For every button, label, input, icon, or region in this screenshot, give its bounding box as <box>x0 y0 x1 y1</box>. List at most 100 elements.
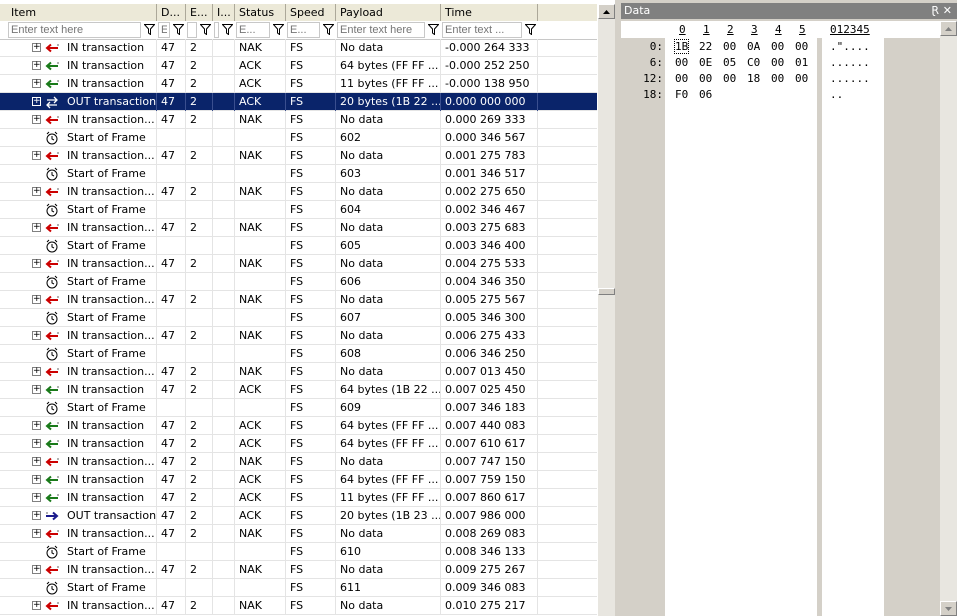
column-header-intf[interactable]: I... <box>213 4 235 21</box>
data-scroll-down-button[interactable] <box>940 601 957 616</box>
column-header-time[interactable]: Time <box>441 4 538 21</box>
filter-input-time[interactable] <box>443 23 521 37</box>
table-row[interactable]: + IN transaction... 47 2 NAK FS No data 0.007 7… <box>0 453 597 471</box>
table-row[interactable]: + OUT transaction 47 2 ACK FS 20 bytes (1B 23 … <box>0 507 597 525</box>
cell-dev: 47 <box>157 525 186 543</box>
data-panel: Data Ɽ ✕ 0 1 2 3 4 5 012345 0: 1B 22 00 0A 00 00 ."..… <box>621 0 957 616</box>
filter-input-intf[interactable] <box>215 23 218 37</box>
table-row[interactable]: Start of Frame FS 607 0.005 346 300 <box>0 309 597 327</box>
table-row[interactable]: + IN transaction... 47 2 NAK FS No data 0.006 2… <box>0 327 597 345</box>
hex-byte[interactable]: 0A <box>747 40 760 53</box>
hex-byte[interactable]: 00 <box>723 40 736 53</box>
hex-byte[interactable]: 05 <box>723 56 736 69</box>
table-row[interactable]: Start of Frame FS 606 0.004 346 350 <box>0 273 597 291</box>
hex-byte[interactable]: 00 <box>675 56 688 69</box>
ascii-text[interactable]: .".... <box>830 40 870 53</box>
filter-input-speed[interactable] <box>288 23 319 37</box>
filter-input-dev[interactable] <box>159 23 169 37</box>
pin-icon[interactable]: Ɽ <box>931 3 939 19</box>
table-row[interactable]: + IN transaction 47 2 ACK FS 11 bytes (FF FF .… <box>0 489 597 507</box>
table-row[interactable]: + OUT transaction 47 2 ACK FS 20 bytes (1B 22 … <box>0 93 597 111</box>
close-icon[interactable]: ✕ <box>943 3 952 19</box>
table-row[interactable]: + IN transaction... 47 2 NAK FS No data 0.000 2… <box>0 111 597 129</box>
column-header-item[interactable]: Item <box>7 4 157 21</box>
table-row[interactable]: + IN transaction 47 2 NAK FS No data -0.000 264… <box>0 39 597 57</box>
table-row[interactable]: + IN transaction... 47 2 NAK FS No data 0.003 2… <box>0 219 597 237</box>
table-row[interactable]: + IN transaction... 47 2 NAK FS No data 0.007 0… <box>0 363 597 381</box>
cell-item-border <box>7 75 157 93</box>
table-row[interactable]: Start of Frame FS 611 0.009 346 083 <box>0 579 597 597</box>
cell-item-border <box>7 201 157 219</box>
table-row[interactable]: + IN transaction 47 2 ACK FS 64 bytes (FF FF .… <box>0 417 597 435</box>
filter-input-item[interactable] <box>9 23 140 37</box>
table-row[interactable]: Start of Frame FS 604 0.002 346 467 <box>0 201 597 219</box>
hex-byte[interactable]: 00 <box>771 56 784 69</box>
hex-byte[interactable]: 00 <box>699 72 712 85</box>
cell-status: ACK <box>235 507 286 525</box>
hex-byte[interactable]: 00 <box>771 40 784 53</box>
filter-funnel-button-payload[interactable] <box>426 22 440 36</box>
column-header-speed[interactable]: Speed <box>286 4 336 21</box>
filter-funnel-button-ep[interactable] <box>198 22 212 36</box>
table-row[interactable]: + IN transaction... 47 2 NAK FS No data 0.001 2… <box>0 147 597 165</box>
hex-byte[interactable]: 00 <box>771 72 784 85</box>
column-header-status[interactable]: Status <box>235 4 286 21</box>
table-row[interactable]: + IN transaction... 47 2 NAK FS No data 0.005 2… <box>0 291 597 309</box>
hex-byte[interactable]: 00 <box>795 72 808 85</box>
cell-item-border <box>7 345 157 363</box>
table-row[interactable]: + IN transaction... 47 2 NAK FS No data 0.008 2… <box>0 525 597 543</box>
column-header-payload[interactable]: Payload <box>336 4 441 21</box>
data-vertical-scrollbar[interactable] <box>940 21 957 616</box>
hex-byte[interactable]: 00 <box>723 72 736 85</box>
data-scroll-up-button[interactable] <box>940 21 957 36</box>
hex-byte[interactable]: 01 <box>795 56 808 69</box>
ascii-text[interactable]: ...... <box>830 56 870 69</box>
hex-byte[interactable]: 1B <box>673 39 690 54</box>
filter-funnel-button-intf[interactable] <box>220 22 234 36</box>
filter-box-item <box>8 22 141 38</box>
table-row[interactable]: Start of Frame FS 610 0.008 346 133 <box>0 543 597 561</box>
scroll-thumb[interactable] <box>598 288 615 295</box>
hex-byte[interactable]: C0 <box>747 56 760 69</box>
hex-byte[interactable]: 22 <box>699 40 712 53</box>
hex-column-header-label: 5 <box>799 23 806 36</box>
hex-byte[interactable]: F0 <box>675 88 688 101</box>
table-row[interactable]: + IN transaction 47 2 ACK FS 64 bytes (FF FF .… <box>0 57 597 75</box>
hex-byte[interactable]: 06 <box>699 88 712 101</box>
ascii-text[interactable]: .. <box>830 88 843 101</box>
filter-input-ep[interactable] <box>188 23 196 37</box>
filter-input-status[interactable] <box>237 23 269 37</box>
hex-byte[interactable]: 00 <box>675 72 688 85</box>
table-row[interactable]: + IN transaction 47 2 ACK FS 64 bytes (1B 22 .… <box>0 381 597 399</box>
filter-funnel-button-speed[interactable] <box>321 22 335 36</box>
table-row[interactable]: + IN transaction 47 2 ACK FS 64 bytes (FF FF .… <box>0 471 597 489</box>
table-row[interactable]: Start of Frame FS 609 0.007 346 183 <box>0 399 597 417</box>
cell-status <box>235 165 286 183</box>
grid-vertical-scrollbar[interactable] <box>598 4 615 616</box>
table-row[interactable]: Start of Frame FS 608 0.006 346 250 <box>0 345 597 363</box>
filter-funnel-button-time[interactable] <box>523 22 537 36</box>
table-row[interactable]: Start of Frame FS 602 0.000 346 567 <box>0 129 597 147</box>
cell-speed: FS <box>286 381 336 399</box>
cell-payload: 64 bytes (FF FF ... <box>336 471 441 489</box>
table-row[interactable]: Start of Frame FS 605 0.003 346 400 <box>0 237 597 255</box>
table-row[interactable]: + IN transaction 47 2 ACK FS 11 bytes (FF FF .… <box>0 75 597 93</box>
hex-byte[interactable]: 18 <box>747 72 760 85</box>
table-row[interactable]: + IN transaction 47 2 ACK FS 64 bytes (FF FF .… <box>0 435 597 453</box>
table-row[interactable]: + IN transaction... 47 2 NAK FS No data 0.004 2… <box>0 255 597 273</box>
hex-byte[interactable]: 0E <box>699 56 712 69</box>
scroll-up-button[interactable] <box>598 4 615 19</box>
hex-byte[interactable]: 00 <box>795 40 808 53</box>
filter-funnel-button-dev[interactable] <box>171 22 185 36</box>
cell-dev: 47 <box>157 327 186 345</box>
filter-funnel-button-status[interactable] <box>271 22 285 36</box>
filter-input-payload[interactable] <box>338 23 424 37</box>
table-row[interactable]: + IN transaction... 47 2 NAK FS No data 0.002 2… <box>0 183 597 201</box>
table-row[interactable]: + IN transaction... 47 2 NAK FS No data 0.010 2… <box>0 597 597 615</box>
ascii-text[interactable]: ...... <box>830 72 870 85</box>
table-row[interactable]: Start of Frame FS 603 0.001 346 517 <box>0 165 597 183</box>
table-row[interactable]: + IN transaction... 47 2 NAK FS No data 0.009 2… <box>0 561 597 579</box>
column-header-dev[interactable]: D... <box>157 4 186 21</box>
filter-funnel-button-item[interactable] <box>142 22 156 36</box>
column-header-ep[interactable]: E... <box>186 4 213 21</box>
